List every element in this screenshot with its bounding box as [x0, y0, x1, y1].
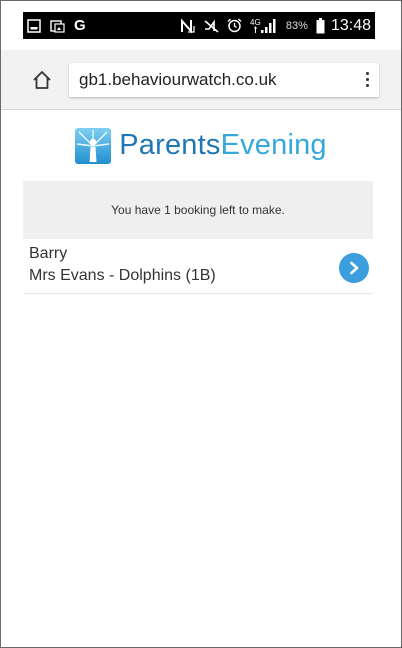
chevron-right-icon — [350, 261, 359, 275]
status-area: G 4G 83% 13:48 — [1, 12, 401, 50]
battery-icon — [316, 17, 325, 34]
screenshot-icon — [50, 19, 65, 33]
logo-word-parents: Parents — [119, 129, 221, 161]
overflow-menu-button[interactable] — [355, 72, 379, 87]
url-text: gb1.behaviourwatch.co.uk — [79, 69, 277, 89]
browser-toolbar: gb1.behaviourwatch.co.uk — [1, 50, 401, 110]
nfc-icon — [180, 17, 195, 34]
booking-go-button[interactable] — [339, 253, 369, 283]
parents-evening-logo[interactable]: ParentsEvening — [75, 127, 327, 164]
alarm-icon — [227, 18, 242, 33]
menu-dot-icon — [365, 72, 369, 75]
bookings-notice: You have 1 booking left to make. — [23, 181, 373, 239]
gallery-icon — [27, 18, 41, 33]
4g-signal-icon: 4G — [250, 18, 278, 34]
network-label: 4G — [250, 18, 261, 27]
phone-screen: G 4G 83% 13:48 gb1.behaviourwatch.co.uk … — [0, 0, 402, 648]
home-button[interactable] — [29, 67, 55, 93]
battery-percent: 83% — [285, 19, 308, 32]
google-icon: G — [74, 17, 86, 34]
home-icon — [33, 70, 51, 89]
logo-text: ParentsEvening — [119, 129, 327, 162]
student-name: Barry — [29, 245, 68, 262]
status-right-icons: 4G 83% 13:48 — [172, 17, 371, 35]
menu-dot-icon — [365, 78, 369, 81]
header-logo-area: ParentsEvening — [1, 110, 401, 181]
logo-word-evening: Evening — [220, 129, 327, 161]
bookings-notice-text: You have 1 booking left to make. — [111, 203, 285, 217]
clock: 13:48 — [330, 16, 371, 34]
status-bar: G 4G 83% 13:48 — [23, 12, 375, 39]
booking-details: Barry Mrs Evans - Dolphins (1B) — [29, 243, 216, 287]
logo-mark-icon — [75, 127, 112, 164]
mute-icon — [203, 19, 219, 33]
menu-dot-icon — [365, 84, 369, 87]
url-field[interactable]: gb1.behaviourwatch.co.uk — [69, 62, 379, 97]
booking-row[interactable]: Barry Mrs Evans - Dolphins (1B) — [23, 239, 373, 294]
teacher-class: Mrs Evans - Dolphins (1B) — [29, 267, 216, 284]
status-left-icons: G — [27, 17, 95, 34]
